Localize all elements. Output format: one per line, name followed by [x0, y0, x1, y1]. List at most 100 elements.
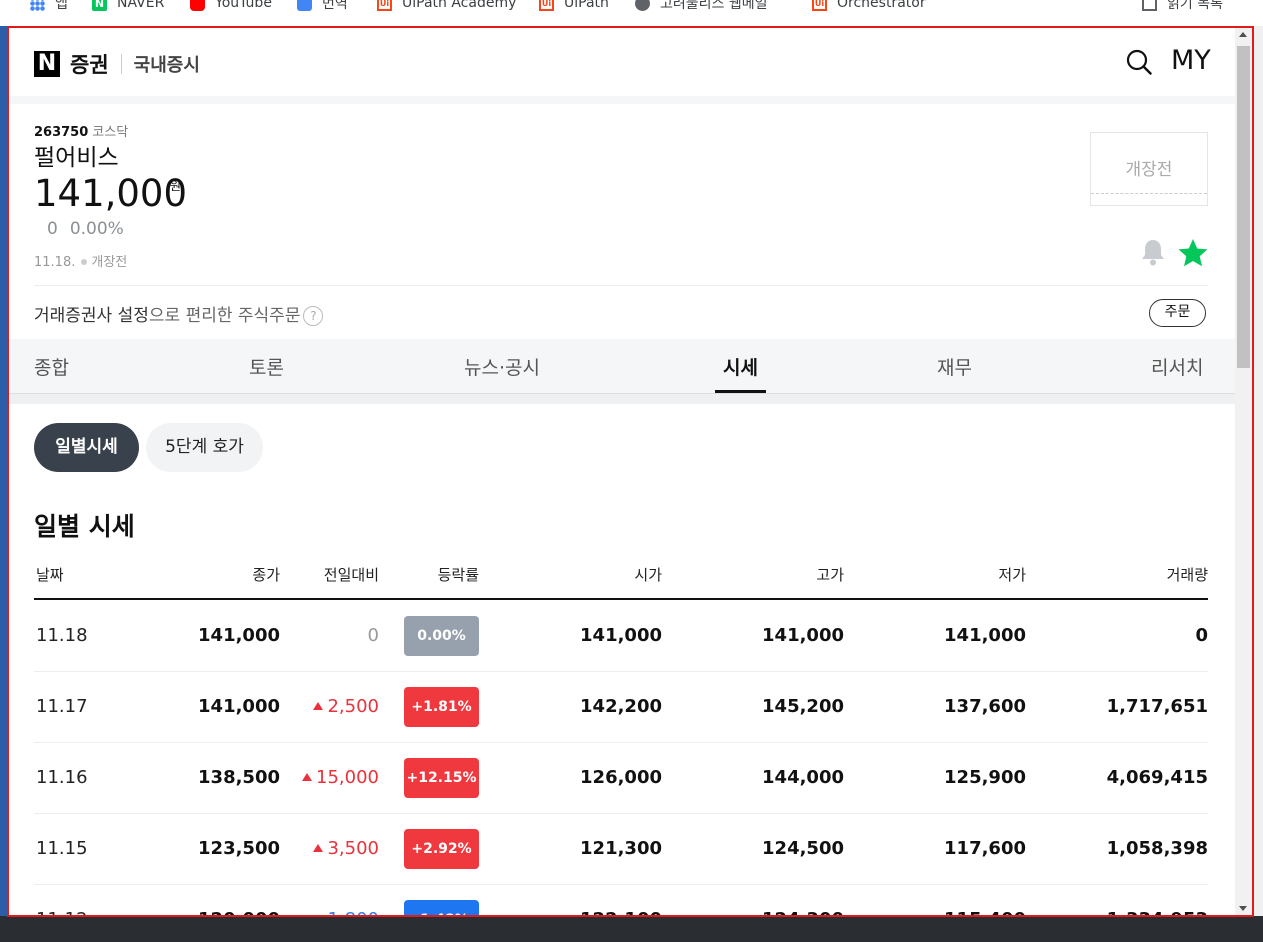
bookmark-youtube[interactable]: YouTube [190, 0, 272, 15]
cell-low: 115,400 [944, 909, 1026, 915]
cell-rate-badge: +1.81% [404, 687, 479, 727]
bookmark-naver[interactable]: N NAVER [92, 0, 164, 15]
naver-logo-icon: N [34, 51, 60, 77]
cell-volume: 0 [1195, 625, 1208, 646]
cell-volume: 4,069,415 [1106, 767, 1208, 788]
section-name[interactable]: 국내증시 [134, 51, 200, 77]
bookmark-webmail[interactable]: 고려불리스 웹메일 [635, 0, 768, 15]
cell-date: 11.12 [36, 909, 88, 915]
uipath-icon: Ui [539, 0, 554, 11]
stock-tabs: 종합 토론 뉴스·공시 시세 재무 리서치 [9, 339, 1237, 394]
star-icon[interactable] [1177, 237, 1209, 269]
cell-open: 121,300 [580, 838, 662, 859]
section-title: 일별 시세 [34, 512, 135, 541]
logo-divider [120, 54, 122, 74]
cell-close: 123,500 [198, 838, 280, 859]
bookmark-apps[interactable]: 앱 [30, 0, 68, 15]
cell-high: 124,500 [762, 838, 844, 859]
cell-diff: 3,500 [313, 838, 379, 859]
my-button[interactable]: MY [1171, 45, 1211, 76]
market-status-box: 개장전 [1090, 132, 1208, 206]
cell-high: 145,200 [762, 696, 844, 717]
logo[interactable]: N 증권 국내증시 [34, 49, 200, 79]
cell-rate-badge: -1.48% [404, 900, 479, 915]
change-percent: 0.00% [69, 219, 124, 239]
order-button[interactable]: 주문 [1149, 299, 1206, 327]
cell-diff: 0 [367, 625, 379, 646]
up-triangle-icon [302, 773, 313, 781]
tabs-gap [9, 394, 1237, 404]
tab-research[interactable]: 리서치 [1151, 353, 1203, 380]
cell-low: 117,600 [944, 838, 1026, 859]
cell-date: 11.15 [36, 838, 88, 859]
change-value: 0 [47, 219, 58, 239]
table-row: 11.15 123,500 3,500 +2.92% 121,300 124,500 117… [34, 813, 1208, 885]
col-date: 날짜 [36, 566, 64, 584]
bookmark-translate[interactable]: 번역 [297, 0, 348, 15]
reading-list[interactable]: 읽기 목록 [1142, 0, 1223, 15]
table-row: 11.17 141,000 2,500 +1.81% 142,200 145,200 137… [34, 671, 1208, 743]
tab-discussion[interactable]: 토론 [249, 353, 284, 380]
tab-news[interactable]: 뉴스·공시 [464, 353, 540, 380]
stock-name: 펄어비스 [34, 145, 119, 171]
tab-financials[interactable]: 재무 [937, 353, 972, 380]
stock-change: 0 0.00% [47, 219, 124, 239]
translate-icon [297, 0, 312, 11]
up-triangle-icon [313, 702, 324, 710]
help-icon[interactable]: ? [303, 306, 324, 326]
cell-open: 141,000 [580, 625, 662, 646]
bell-icon[interactable] [1140, 238, 1166, 266]
cell-volume: 1,058,398 [1106, 838, 1208, 859]
cell-high: 141,000 [762, 625, 844, 646]
desktop-background-right [1253, 26, 1263, 926]
scroll-up-arrow-icon[interactable] [1239, 32, 1247, 37]
order-banner-text[interactable]: 거래증권사 설정으로 편리한 주식주문? [34, 301, 324, 326]
browser-window: N 증권 국내증시 MY 263750 코스닥 펄어비스 141,000 원 00… [7, 26, 1254, 917]
active-tab-indicator [715, 390, 766, 393]
stock-price: 141,000 [34, 172, 188, 215]
down-triangle-icon [313, 915, 323, 917]
cell-date: 11.18 [36, 625, 88, 646]
table-row: 11.12 120,000 1,800 -1.48% 122,100 124,300 115… [34, 884, 1208, 917]
logo-title: 증권 [70, 53, 109, 77]
order-banner: 거래증권사 설정으로 편리한 주식주문? 주문 [34, 285, 1208, 343]
bookmarks-bar: 앱 N NAVER YouTube 번역 Ui UiPath Academy Ui U… [0, 0, 1263, 26]
cell-volume: 1,717,651 [1106, 696, 1208, 717]
price-unit: 원 [170, 179, 182, 193]
apps-icon [30, 0, 45, 11]
status-box-label: 개장전 [1125, 160, 1173, 180]
youtube-icon [190, 0, 205, 11]
cell-diff: 2,500 [313, 696, 379, 717]
vertical-scrollbar[interactable] [1235, 28, 1252, 915]
cell-diff: 1,800 [313, 909, 379, 917]
market-status-line: 11.18. 개장전 [34, 251, 127, 270]
subtab-order-book[interactable]: 5단계 호가 [146, 423, 263, 472]
cell-rate-badge: 0.00% [404, 616, 479, 656]
cell-close: 120,000 [198, 909, 280, 915]
tab-price[interactable]: 시세 [723, 353, 758, 380]
cell-close: 141,000 [198, 625, 280, 646]
bookmark-uipath-academy[interactable]: Ui UiPath Academy [377, 0, 516, 15]
cell-rate-badge: +2.92% [404, 829, 479, 869]
trade-date: 11.18. [34, 255, 76, 270]
bookmark-uipath[interactable]: Ui UiPath [539, 0, 609, 15]
cell-open: 142,200 [580, 696, 662, 717]
page-content: N 증권 국내증시 MY 263750 코스닥 펄어비스 141,000 원 00… [9, 28, 1237, 917]
cell-open: 122,100 [580, 909, 662, 915]
col-close: 종가 [252, 566, 280, 584]
search-icon[interactable] [1126, 49, 1152, 75]
table-header: 날짜 종가 전일대비 등락률 시가 고가 저가 거래량 [34, 562, 1208, 600]
cell-date: 11.17 [36, 696, 88, 717]
market-status: 개장전 [91, 255, 128, 270]
col-high: 고가 [816, 566, 844, 584]
status-dot-icon [81, 259, 88, 265]
scroll-thumb[interactable] [1237, 46, 1250, 368]
cell-date: 11.16 [36, 767, 88, 788]
bookmark-orchestrator[interactable]: Ui Orchestrator [812, 0, 926, 15]
scroll-down-arrow-icon[interactable] [1239, 906, 1247, 911]
broker-setting-link[interactable]: 거래증권사 설정 [34, 306, 149, 326]
cell-low: 125,900 [944, 767, 1026, 788]
tab-overview[interactable]: 종합 [34, 353, 69, 380]
subtab-daily-price[interactable]: 일별시세 [34, 423, 139, 472]
status-box-divider [1091, 193, 1207, 194]
